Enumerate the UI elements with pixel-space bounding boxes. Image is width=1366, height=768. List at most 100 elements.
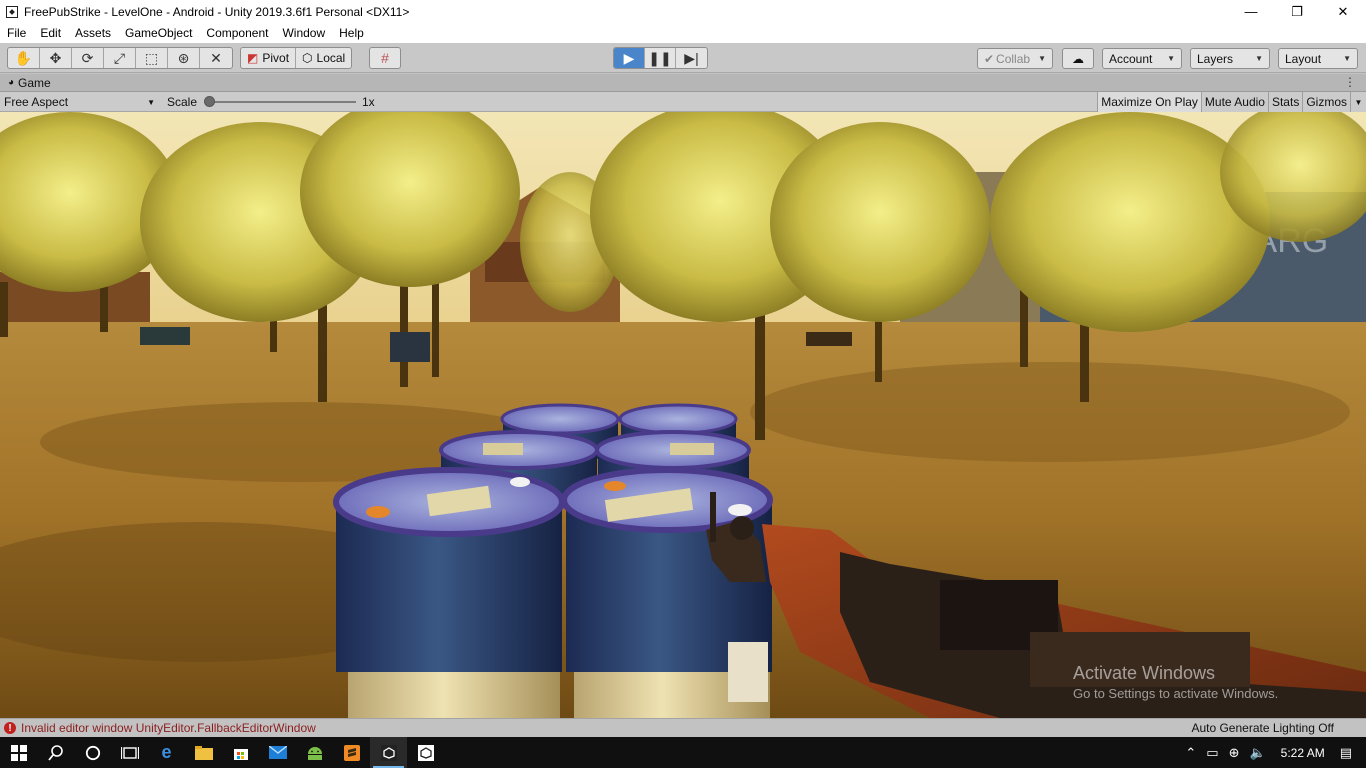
layout-label: Layout (1285, 51, 1322, 66)
minimize-button[interactable]: — (1228, 0, 1274, 23)
menu-edit[interactable]: Edit (33, 23, 68, 43)
play-icon: ▶ (623, 49, 635, 66)
transform-tool-button[interactable]: ⊛ (168, 48, 200, 68)
scale-value: 1x (362, 95, 375, 109)
chevron-down-icon: ▼ (1038, 54, 1046, 63)
grid-snap-button[interactable]: # (370, 48, 400, 68)
folder-icon (194, 745, 213, 760)
account-dropdown[interactable]: Account ▼ (1102, 48, 1182, 69)
menu-help[interactable]: Help (332, 23, 371, 43)
menu-bar: File Edit Assets GameObject Component Wi… (0, 23, 1366, 43)
pivot-icon: ◩ (247, 51, 259, 65)
unity-hub-icon (417, 744, 434, 761)
gamepad-icon: ◕ (8, 77, 15, 88)
cortana-button[interactable] (74, 737, 111, 768)
move-tool-button[interactable]: ✥ (40, 48, 72, 68)
main-toolbar: ✋ ✥ ⟳ ⤢ ⬚ ⊛ ✕ ◩ Pivot ⬡ Local # ▶ ❚❚ ▶| … (0, 43, 1366, 73)
hand-icon: ✋ (14, 49, 33, 66)
move-icon: ✥ (49, 49, 62, 66)
unity-hub-taskbar-button[interactable] (407, 737, 444, 768)
task-view-button[interactable] (111, 737, 148, 768)
account-label: Account (1109, 51, 1153, 66)
rotate-tool-button[interactable]: ⟳ (72, 48, 104, 68)
chevron-up-icon[interactable]: ⌃ (1180, 745, 1201, 761)
custom-tool-button[interactable]: ✕ (200, 48, 232, 68)
transform-icon: ⊛ (177, 49, 190, 66)
sublime-taskbar-button[interactable] (333, 737, 370, 768)
menu-gameobject[interactable]: GameObject (118, 23, 199, 43)
android-icon (307, 746, 322, 760)
scale-label: Scale (167, 95, 198, 109)
console-error-message[interactable]: Invalid editor window UnityEditor.Fallba… (21, 721, 316, 735)
play-controls: ▶ ❚❚ ▶| (613, 47, 708, 69)
play-button[interactable]: ▶ (614, 48, 645, 68)
windows-logo-icon (10, 744, 27, 761)
game-view[interactable]: CARGO CARG (0, 112, 1366, 718)
menu-file[interactable]: File (0, 23, 33, 43)
tab-game[interactable]: ◕ Game (0, 76, 51, 90)
step-icon: ▶| (684, 49, 699, 66)
game-tab-header: ◕ Game ⋮ (0, 74, 1366, 92)
chevron-down-icon: ▼ (147, 97, 155, 107)
local-button[interactable]: ⬡ Local (296, 48, 351, 68)
taskbar-search-button[interactable] (37, 737, 74, 768)
menu-component[interactable]: Component (199, 23, 275, 43)
window-title: FreePubStrike - LevelOne - Android - Uni… (24, 4, 410, 19)
tools-icon: ✕ (210, 49, 222, 66)
layout-dropdown[interactable]: Layout ▼ (1278, 48, 1358, 69)
grid-snap-group: # (369, 47, 401, 69)
sublime-icon (343, 744, 360, 761)
cloud-icon: ☁ (1072, 51, 1084, 66)
maximize-button[interactable]: ❐ (1274, 0, 1320, 23)
cortana-icon (85, 745, 100, 760)
unity-logo-icon (6, 5, 18, 18)
maximize-on-play-toggle[interactable]: Maximize On Play (1097, 92, 1201, 112)
menu-assets[interactable]: Assets (68, 23, 118, 43)
collab-check-icon: ✔ (984, 51, 995, 66)
mail-icon (268, 746, 287, 759)
step-button[interactable]: ▶| (676, 48, 707, 68)
close-button[interactable]: ✕ (1320, 0, 1366, 23)
volume-icon[interactable]: 🔈 (1244, 745, 1270, 761)
mute-audio-toggle[interactable]: Mute Audio (1200, 92, 1268, 112)
store-taskbar-button[interactable] (222, 737, 259, 768)
hand-tool-button[interactable]: ✋ (8, 48, 40, 68)
globe-icon[interactable]: ⊕ (1224, 745, 1245, 761)
game-view-toolbar: Free Aspect ▼ Scale 1x Maximize On Play … (0, 92, 1366, 112)
clock[interactable]: 5:22 AM (1271, 746, 1335, 760)
rotate-icon: ⟳ (81, 49, 94, 66)
cloud-button[interactable]: ☁ (1062, 48, 1094, 69)
android-studio-taskbar-button[interactable] (296, 737, 333, 768)
stats-toggle[interactable]: Stats (1267, 92, 1303, 112)
chevron-down-icon: ▼ (1167, 54, 1175, 63)
chevron-down-icon: ▼ (1343, 54, 1351, 63)
notifications-icon[interactable]: ▤ (1335, 745, 1366, 761)
collab-dropdown[interactable]: ✔ Collab ▼ (977, 48, 1053, 69)
pivot-button[interactable]: ◩ Pivot (241, 48, 297, 68)
scale-tool-button[interactable]: ⤢ (104, 48, 136, 68)
pivot-label: Pivot (262, 51, 290, 65)
menu-window[interactable]: Window (275, 23, 332, 43)
gizmos-dropdown[interactable]: ▼ (1350, 92, 1366, 112)
tab-menu-icon[interactable]: ⋮ (1344, 75, 1356, 89)
rect-tool-button[interactable]: ⬚ (136, 48, 168, 68)
gizmos-toggle[interactable]: Gizmos (1302, 92, 1350, 112)
store-bag-icon (233, 748, 248, 760)
scale-icon: ⤢ (113, 49, 126, 66)
layers-label: Layers (1197, 51, 1234, 66)
status-bar: ! Invalid editor window UnityEditor.Fall… (0, 718, 1366, 737)
aspect-dropdown[interactable]: Free Aspect ▼ (0, 92, 160, 112)
scale-slider-track[interactable] (208, 101, 356, 103)
pause-button[interactable]: ❚❚ (645, 48, 676, 68)
unity-taskbar-button[interactable] (370, 737, 407, 768)
battery-icon[interactable]: ▭ (1201, 745, 1223, 761)
title-bar: FreePubStrike - LevelOne - Android - Uni… (0, 0, 1366, 23)
explorer-taskbar-button[interactable] (185, 737, 222, 768)
start-button[interactable] (0, 737, 37, 768)
edge-taskbar-button[interactable]: e (148, 737, 185, 768)
tab-game-label: Game (18, 75, 51, 90)
mail-taskbar-button[interactable] (259, 737, 296, 768)
scale-slider-handle[interactable] (204, 96, 215, 107)
layers-dropdown[interactable]: Layers ▼ (1190, 48, 1270, 69)
lighting-status: Auto Generate Lighting Off (1191, 721, 1334, 735)
